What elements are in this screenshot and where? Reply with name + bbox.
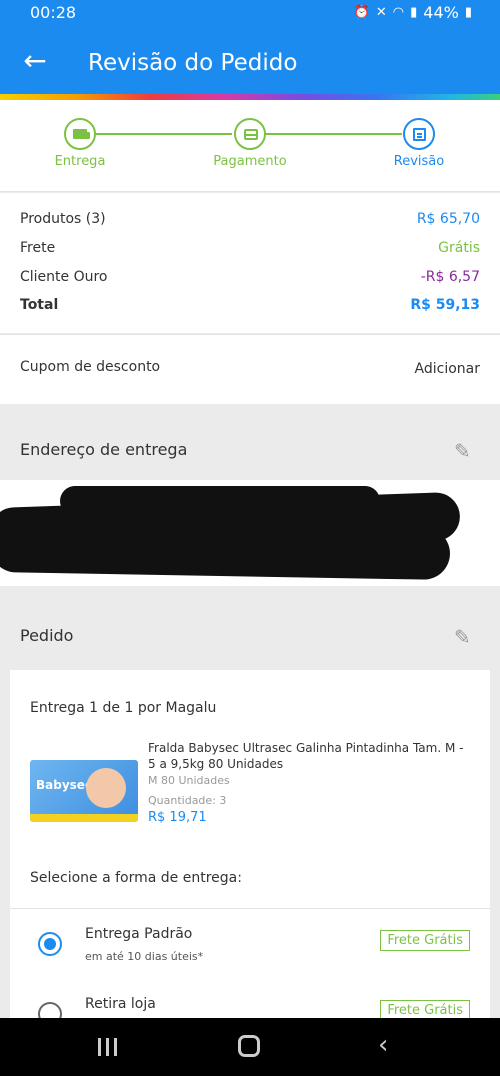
divider [10, 908, 490, 909]
edit-pencil-icon[interactable]: ✎ [454, 440, 476, 462]
step-label: Entrega [54, 154, 106, 169]
product-variant: M 80 Unidades [148, 774, 230, 787]
delivery-method-label: Selecione a forma de entrega: [30, 870, 242, 886]
product-image[interactable]: Babysec [30, 760, 138, 822]
summary-row-frete: Frete Grátis [20, 240, 480, 256]
delivery-option-padrao[interactable]: Entrega Padrão em até 10 dias úteis* Fre… [10, 910, 490, 980]
truck-icon [73, 129, 90, 139]
summary-row-produtos: Produtos (3) R$ 65,70 [20, 211, 480, 227]
order-card: Entrega 1 de 1 por Magalu Babysec Fralda… [10, 670, 490, 1030]
order-section-header: Pedido ✎ [0, 596, 500, 672]
address-section-header: Endereço de entrega ✎ [0, 410, 500, 486]
product-name[interactable]: Fralda Babysec Ultrasec Galinha Pintadin… [148, 740, 473, 772]
delivery-seller-label: Entrega 1 de 1 por Magalu [30, 700, 217, 716]
checkout-stepper: Entrega Pagamento Revisão [0, 100, 500, 192]
order-title: Pedido [20, 626, 74, 645]
step-label: Pagamento [213, 154, 287, 169]
system-nav-bar: ‹ [0, 1018, 500, 1076]
delivery-option-name: Entrega Padrão [85, 926, 193, 942]
order-summary: Produtos (3) R$ 65,70 Frete Grátis Clien… [0, 193, 500, 333]
mute-icon: ✕ [375, 5, 387, 20]
alarm-icon: ⏰ [353, 5, 370, 20]
signal-icon: ▮ [410, 5, 418, 20]
add-coupon-button[interactable]: Adicionar [415, 361, 480, 377]
wifi-icon: ◠ [392, 5, 405, 20]
delivery-option-eta: em até 10 dias úteis* [85, 950, 204, 963]
summary-row-total: Total R$ 59,13 [20, 297, 480, 313]
page-title: Revisão do Pedido [88, 50, 298, 76]
battery-icon: ▮ [464, 5, 472, 20]
edit-pencil-icon[interactable]: ✎ [454, 626, 476, 648]
free-shipping-badge: Frete Grátis [380, 930, 470, 951]
step-entrega[interactable]: Entrega [30, 100, 130, 169]
status-time: 00:28 [30, 3, 77, 22]
summary-row-cliente-ouro: Cliente Ouro -R$ 6,57 [20, 269, 480, 285]
product-quantity: Quantidade: 3 [148, 794, 227, 807]
delivery-option-name: Retira loja [85, 996, 156, 1012]
credit-card-icon [244, 129, 258, 140]
document-icon [413, 128, 426, 141]
status-bar: 00:28 ⏰ ✕ ◠ ▮ 44% ▮ [0, 0, 500, 28]
coupon-row[interactable]: Cupom de desconto Adicionar [0, 334, 500, 404]
radio-selected[interactable] [38, 932, 62, 956]
back-arrow-icon[interactable]: ← [18, 46, 52, 80]
battery-level: 44% [423, 3, 459, 22]
step-revisao[interactable]: Revisão [369, 100, 469, 169]
step-pagamento[interactable]: Pagamento [200, 100, 300, 169]
redaction-mark [0, 519, 451, 581]
product-price: R$ 19,71 [148, 810, 207, 825]
address-card [0, 480, 500, 586]
coupon-label: Cupom de desconto [20, 359, 161, 375]
back-chevron-icon[interactable]: ‹ [378, 1032, 388, 1058]
recent-apps-icon[interactable] [98, 1038, 118, 1056]
step-label: Revisão [393, 154, 445, 169]
home-icon[interactable] [238, 1035, 260, 1057]
app-header: 00:28 ⏰ ✕ ◠ ▮ 44% ▮ ← Revisão do Pedido [0, 0, 500, 94]
redaction-mark [60, 486, 380, 516]
address-title: Endereço de entrega [20, 440, 188, 459]
